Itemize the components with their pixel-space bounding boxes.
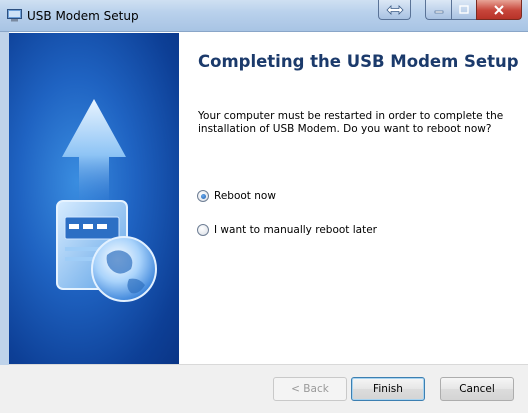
app-icon bbox=[7, 9, 22, 22]
finish-button[interactable]: Finish bbox=[351, 377, 425, 401]
upload-arrow-globe-illustration bbox=[56, 99, 157, 302]
close-icon bbox=[494, 4, 504, 15]
setup-window: USB Modem Setup Completing the USB Modem… bbox=[0, 0, 528, 413]
resize-button[interactable] bbox=[378, 0, 411, 20]
resize-arrows-icon bbox=[385, 4, 404, 15]
cancel-button[interactable]: Cancel bbox=[440, 377, 514, 401]
title-bar[interactable]: USB Modem Setup bbox=[0, 0, 528, 32]
minimize-button[interactable] bbox=[425, 0, 451, 20]
page-description: Your computer must be restarted in order… bbox=[198, 110, 504, 135]
window-title: USB Modem Setup bbox=[27, 9, 139, 23]
radio-reboot-now[interactable] bbox=[197, 190, 209, 202]
label-reboot-now: Reboot now bbox=[214, 190, 276, 202]
minimize-icon bbox=[434, 10, 443, 13]
option-reboot-now[interactable]: Reboot now bbox=[197, 190, 276, 202]
window-frame-left bbox=[0, 32, 9, 413]
option-reboot-later[interactable]: I want to manually reboot later bbox=[197, 224, 377, 236]
radio-reboot-later[interactable] bbox=[197, 224, 209, 236]
page-heading: Completing the USB Modem Setup bbox=[198, 52, 519, 71]
wizard-banner bbox=[9, 33, 179, 364]
back-button[interactable]: < Back bbox=[273, 377, 347, 401]
maximize-button[interactable] bbox=[451, 0, 476, 20]
label-reboot-later: I want to manually reboot later bbox=[214, 224, 377, 236]
close-button[interactable] bbox=[476, 0, 522, 20]
maximize-icon bbox=[459, 5, 469, 14]
